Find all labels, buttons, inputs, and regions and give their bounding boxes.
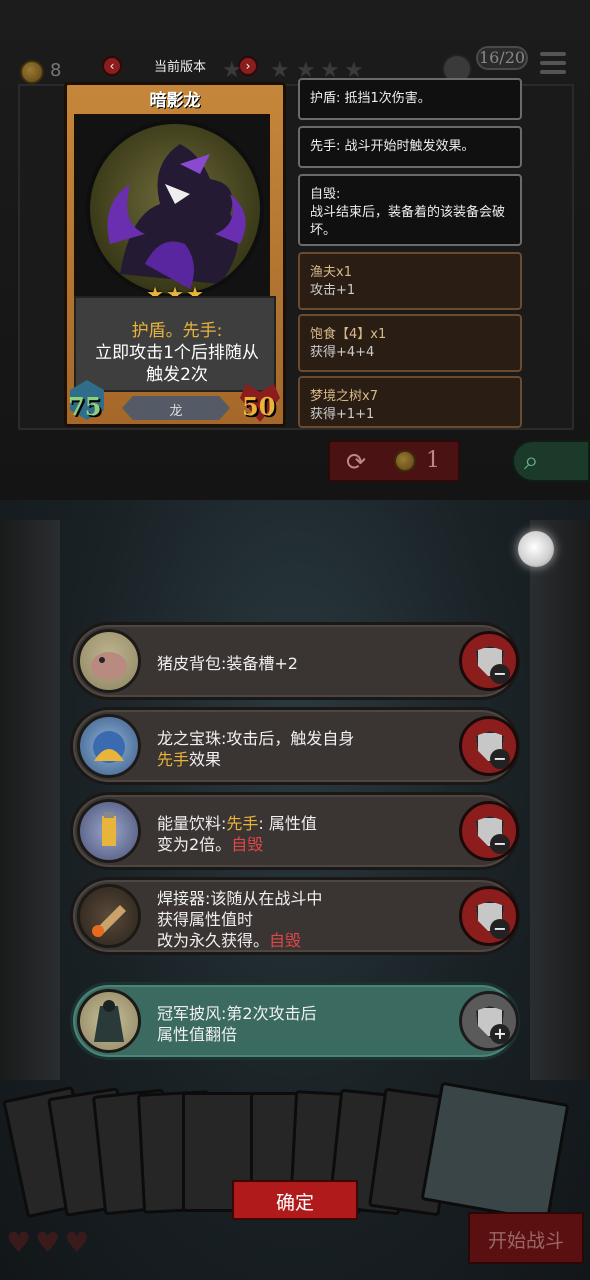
keyword-tooltip-self-destruct: 自毁: 战斗结束后，装备着的该装备会破坏。: [298, 174, 522, 246]
welder-icon: [77, 884, 141, 948]
version-label: 当前版本: [153, 60, 206, 75]
equipment-line: 改为永久获得。: [157, 931, 270, 950]
equipment-text: 猪皮背包:装备槽+2: [157, 654, 298, 673]
prev-version-button[interactable]: ‹: [102, 56, 122, 76]
keyword-self-destruct: 自毁: [231, 835, 264, 854]
remove-equipment-button[interactable]: −: [459, 801, 519, 861]
equipment-line: 能量饮料:: [157, 814, 227, 833]
tooltip-title: 渔夫x1: [310, 265, 352, 280]
coin-icon: [394, 450, 416, 472]
equipment-text: 能量饮料:先手: 属性值 变为2倍。自毁: [157, 813, 447, 855]
card-description: 护盾。先手: 立即攻击1个后排随从 触发2次: [74, 296, 276, 392]
equipment-text: 冠军披风:第2次攻击后 属性值翻倍: [157, 1003, 447, 1045]
equipment-line: 焊接器:该随从在战斗中: [157, 889, 323, 908]
reroll-button[interactable]: ⟳: [328, 440, 460, 482]
tooltip-text: 护盾: 抵挡1次伤害。: [310, 91, 431, 106]
buff-tooltip: 梦境之树x7 获得+1+1: [298, 376, 522, 428]
keyword-first-strike: 先手: [226, 814, 259, 833]
tooltip-title: 自毁:: [310, 187, 341, 202]
minus-icon: −: [490, 664, 510, 684]
moon-icon: [518, 531, 554, 567]
equipment-row: 能量饮料:先手: 属性值 变为2倍。自毁 −: [70, 792, 520, 870]
equipment-text: 焊接器:该随从在战斗中 获得属性值时 改为永久获得。自毁: [157, 888, 447, 951]
tooltip-text: 获得+1+1: [310, 407, 375, 422]
equipment-row-available: 冠军披风:第2次攻击后 属性值翻倍 +: [70, 982, 520, 1060]
card-title: 暗影龙: [149, 91, 201, 111]
equipment-row: 猪皮背包:装备槽+2 −: [70, 622, 520, 700]
dragon-orb-icon: [77, 714, 141, 778]
start-battle-label[interactable]: 开始战斗: [468, 1226, 584, 1253]
tooltip-text: 攻击+1: [310, 283, 356, 298]
tier-star-icon: ★: [222, 58, 242, 83]
shadow-dragon-portrait: [86, 120, 264, 298]
reroll-cost: 1: [426, 448, 440, 473]
tooltip-text: 获得+4+4: [310, 345, 375, 360]
minus-icon: −: [490, 749, 510, 769]
equipment-line: 龙之宝珠:攻击后，触发自身: [157, 729, 355, 748]
tooltip-title: 梦境之树x7: [310, 389, 378, 404]
search-icon: ⌕: [524, 446, 539, 476]
add-equipment-button[interactable]: +: [459, 991, 519, 1051]
equipment-row: 龙之宝珠:攻击后，触发自身 先手效果 −: [70, 707, 520, 785]
equipment-line: 属性值翻倍: [157, 1025, 238, 1044]
right-wall: [530, 520, 590, 1080]
keyword-tooltip-shield: 护盾: 抵挡1次伤害。: [298, 78, 522, 120]
card-attack: 75: [68, 392, 102, 421]
card-tribe: 龙: [169, 404, 183, 419]
pig-backpack-icon: [77, 629, 141, 693]
remove-equipment-button[interactable]: −: [459, 886, 519, 946]
search-button[interactable]: ⌕: [512, 440, 590, 482]
tooltip-title: 饱食【4】x1: [310, 327, 387, 342]
equipment-line: : 属性值: [258, 814, 317, 833]
equipment-row: 焊接器:该随从在战斗中 获得属性值时 改为永久获得。自毁 −: [70, 877, 520, 955]
champion-cloak-icon: [77, 989, 141, 1053]
turn-counter: 16/20: [476, 46, 528, 70]
minion-card: 暗影龙 ★★★ 护盾。先手: 立即攻击1个后排随从 触发2次 75 50 龙: [64, 82, 286, 427]
card-desc-line: 触发2次: [146, 365, 208, 385]
equipment-line: 冠军披风:第2次攻击后: [157, 1004, 317, 1023]
plus-icon: +: [490, 1024, 510, 1044]
confirm-label[interactable]: 确定: [232, 1188, 358, 1215]
keyword-self-destruct: 自毁: [269, 931, 302, 950]
equipment-line: 效果: [189, 750, 222, 769]
tooltip-text: 战斗结束后，装备着的该装备会破坏。: [310, 205, 506, 238]
keyword-first-strike: 先手: [157, 750, 190, 769]
lives-hearts: ♥♥♥: [6, 1226, 94, 1259]
equipment-line: 获得属性值时: [157, 910, 254, 929]
tooltip-text: 先手: 战斗开始时触发效果。: [310, 139, 475, 154]
left-wall: [0, 520, 60, 1080]
minus-icon: −: [490, 834, 510, 854]
buff-tooltip: 饱食【4】x1 获得+4+4: [298, 314, 522, 372]
equipment-line: 变为2倍。: [157, 835, 232, 854]
keyword-tooltip-first-strike: 先手: 战斗开始时触发效果。: [298, 126, 522, 168]
tier-star-icon: ★: [270, 58, 290, 83]
card-health: 50: [242, 392, 276, 421]
hand-card[interactable]: [420, 1081, 570, 1223]
remove-equipment-button[interactable]: −: [459, 631, 519, 691]
refresh-icon: ⟳: [346, 448, 367, 476]
minus-icon: −: [490, 919, 510, 939]
menu-icon[interactable]: [540, 52, 566, 74]
equipment-text: 龙之宝珠:攻击后，触发自身 先手效果: [157, 728, 447, 770]
coin-count: 8: [50, 60, 62, 81]
coin-icon: [20, 60, 44, 84]
buff-tooltip: 渔夫x1 攻击+1: [298, 252, 522, 310]
remove-equipment-button[interactable]: −: [459, 716, 519, 776]
energy-drink-icon: [77, 799, 141, 863]
